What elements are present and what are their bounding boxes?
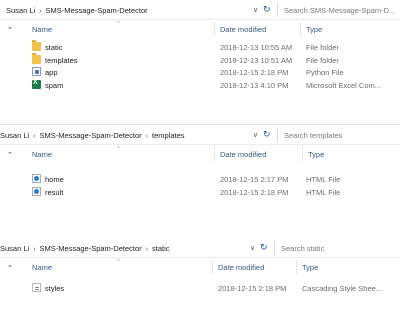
file-type: HTML File bbox=[306, 187, 341, 197]
column-divider[interactable] bbox=[302, 147, 303, 161]
refresh-icon[interactable]: ↻ bbox=[263, 4, 271, 15]
breadcrumb-item[interactable]: SMS-Message-Spam-Detector bbox=[40, 244, 142, 253]
column-header-row: Name ^ Date modified Type bbox=[22, 20, 400, 36]
file-date: 2018-12-15 2:18 PM bbox=[220, 187, 289, 197]
file-date: 2018-12-13 10:51 AM bbox=[220, 55, 293, 65]
column-divider[interactable] bbox=[214, 22, 215, 36]
explorer-pane-templates: Susan Li › SMS-Message-Spam-Detector › templ… bbox=[0, 125, 400, 239]
column-header-type[interactable]: Type bbox=[306, 25, 322, 34]
file-list: home 2018-12-15 2:17 PM HTML File result… bbox=[32, 173, 400, 198]
file-row[interactable]: styles 2018-12-15 2:18 PM Cascading Styl… bbox=[32, 282, 400, 295]
column-header-date[interactable]: Date modified bbox=[220, 150, 266, 159]
expand-icon[interactable]: ⌃ bbox=[7, 151, 13, 159]
file-row[interactable]: templates 2018-12-13 10:51 AM File folde… bbox=[32, 52, 400, 67]
python-file-icon bbox=[32, 67, 41, 76]
file-type: File folder bbox=[306, 43, 339, 52]
html-file-icon bbox=[32, 174, 41, 183]
explorer-pane-static: Susan Li › SMS-Message-Spam-Detector › stati… bbox=[0, 238, 400, 335]
address-dropdown-icon[interactable]: ∨ bbox=[250, 244, 255, 252]
column-header-type[interactable]: Type bbox=[302, 263, 318, 272]
expand-icon[interactable]: ⌃ bbox=[7, 264, 13, 272]
file-name: result bbox=[45, 187, 64, 197]
chevron-right-icon: › bbox=[145, 133, 148, 140]
breadcrumb-item[interactable]: Susan Li bbox=[6, 6, 35, 15]
column-divider[interactable] bbox=[212, 260, 213, 274]
file-row[interactable]: app 2018-12-15 2:18 PM Python File bbox=[32, 66, 400, 79]
search-input[interactable]: Search static bbox=[274, 241, 400, 255]
nav-pane-collapsed: ⌃ bbox=[0, 145, 22, 239]
html-file-icon bbox=[32, 186, 41, 196]
file-type: File folder bbox=[306, 55, 339, 65]
file-date: 2018-12-15 2:17 PM bbox=[220, 175, 289, 184]
file-type: Microsoft Excel Com... bbox=[306, 80, 382, 90]
column-header-type[interactable]: Type bbox=[308, 150, 324, 159]
file-type: Cascading Style Shee... bbox=[302, 284, 383, 293]
nav-pane-collapsed: ⌃ bbox=[0, 20, 22, 114]
refresh-icon[interactable]: ↻ bbox=[260, 242, 268, 253]
refresh-icon[interactable]: ↻ bbox=[263, 129, 271, 140]
column-divider[interactable] bbox=[214, 147, 215, 161]
file-name: static bbox=[45, 43, 63, 52]
breadcrumb-item[interactable]: SMS-Message-Spam-Detector bbox=[46, 6, 148, 15]
sort-caret-icon: ^ bbox=[117, 146, 120, 152]
css-file-icon bbox=[32, 283, 41, 292]
file-name: templates bbox=[45, 55, 78, 65]
breadcrumb-item[interactable]: templates bbox=[152, 131, 185, 140]
file-list: static 2018-12-13 10:55 AM File folder t… bbox=[32, 40, 400, 92]
column-header-row: Name ^ Date modified Type bbox=[22, 258, 400, 274]
column-header-name[interactable]: Name bbox=[32, 25, 52, 34]
column-header-name[interactable]: Name bbox=[32, 150, 52, 159]
sort-caret-icon: ^ bbox=[117, 21, 120, 27]
column-header-row: Name ^ Date modified Type bbox=[22, 145, 400, 161]
breadcrumb: Susan Li › SMS-Message-Spam-Detector bbox=[6, 6, 148, 15]
nav-pane-collapsed: ⌃ bbox=[0, 258, 22, 335]
file-name: home bbox=[45, 175, 64, 184]
address-dropdown-icon[interactable]: ∨ bbox=[253, 131, 258, 139]
sort-caret-icon: ^ bbox=[117, 259, 120, 265]
breadcrumb: Susan Li › SMS-Message-Spam-Detector › templ… bbox=[0, 131, 185, 140]
file-row[interactable]: static 2018-12-13 10:55 AM File folder bbox=[32, 40, 400, 54]
search-input[interactable]: Search SMS-Message-Spam-D... bbox=[277, 3, 400, 17]
search-input[interactable]: Search templates bbox=[277, 128, 400, 142]
file-name: styles bbox=[45, 284, 65, 293]
chevron-right-icon: › bbox=[39, 8, 42, 15]
breadcrumb: Susan Li › SMS-Message-Spam-Detector › stati… bbox=[0, 244, 170, 253]
breadcrumb-item[interactable]: Susan Li bbox=[0, 131, 29, 140]
breadcrumb-item[interactable]: Susan Li bbox=[0, 244, 29, 253]
column-divider[interactable] bbox=[296, 260, 297, 274]
chevron-right-icon: › bbox=[33, 246, 36, 253]
breadcrumb-item[interactable]: static bbox=[152, 244, 170, 253]
address-bar[interactable]: Susan Li › SMS-Message-Spam-Detector › templ… bbox=[0, 125, 400, 145]
file-row[interactable]: spam 2018-12-13 4:10 PM Microsoft Excel … bbox=[32, 79, 400, 92]
file-row[interactable]: home 2018-12-15 2:17 PM HTML File bbox=[32, 173, 400, 186]
file-row[interactable]: result 2018-12-15 2:18 PM HTML File bbox=[32, 186, 400, 199]
address-bar[interactable]: Susan Li › SMS-Message-Spam-Detector › stati… bbox=[0, 238, 400, 258]
column-header-date[interactable]: Date modified bbox=[220, 25, 266, 34]
file-date: 2018-12-15 2:18 PM bbox=[220, 68, 289, 77]
column-header-date[interactable]: Date modified bbox=[218, 263, 264, 272]
chevron-right-icon: › bbox=[33, 133, 36, 140]
folder-icon bbox=[32, 40, 41, 51]
excel-file-icon bbox=[32, 79, 41, 89]
file-name: spam bbox=[45, 80, 64, 90]
column-header-name[interactable]: Name bbox=[32, 263, 52, 272]
file-date: 2018-12-13 10:55 AM bbox=[220, 43, 293, 52]
file-list: styles 2018-12-15 2:18 PM Cascading Styl… bbox=[32, 282, 400, 295]
breadcrumb-item[interactable]: SMS-Message-Spam-Detector bbox=[40, 131, 142, 140]
expand-icon[interactable]: ⌃ bbox=[7, 26, 13, 34]
file-type: HTML File bbox=[306, 175, 341, 184]
explorer-pane-root: Susan Li › SMS-Message-Spam-Detector ∨ ↻ S… bbox=[0, 0, 400, 114]
file-name: app bbox=[45, 68, 58, 77]
file-type: Python File bbox=[306, 68, 344, 77]
file-date: 2018-12-13 4:10 PM bbox=[220, 80, 289, 90]
chevron-right-icon: › bbox=[145, 246, 148, 253]
folder-icon bbox=[32, 52, 41, 64]
column-divider[interactable] bbox=[300, 22, 301, 36]
address-dropdown-icon[interactable]: ∨ bbox=[253, 6, 258, 14]
address-bar[interactable]: Susan Li › SMS-Message-Spam-Detector ∨ ↻ S… bbox=[0, 0, 400, 20]
file-date: 2018-12-15 2:18 PM bbox=[218, 284, 287, 293]
